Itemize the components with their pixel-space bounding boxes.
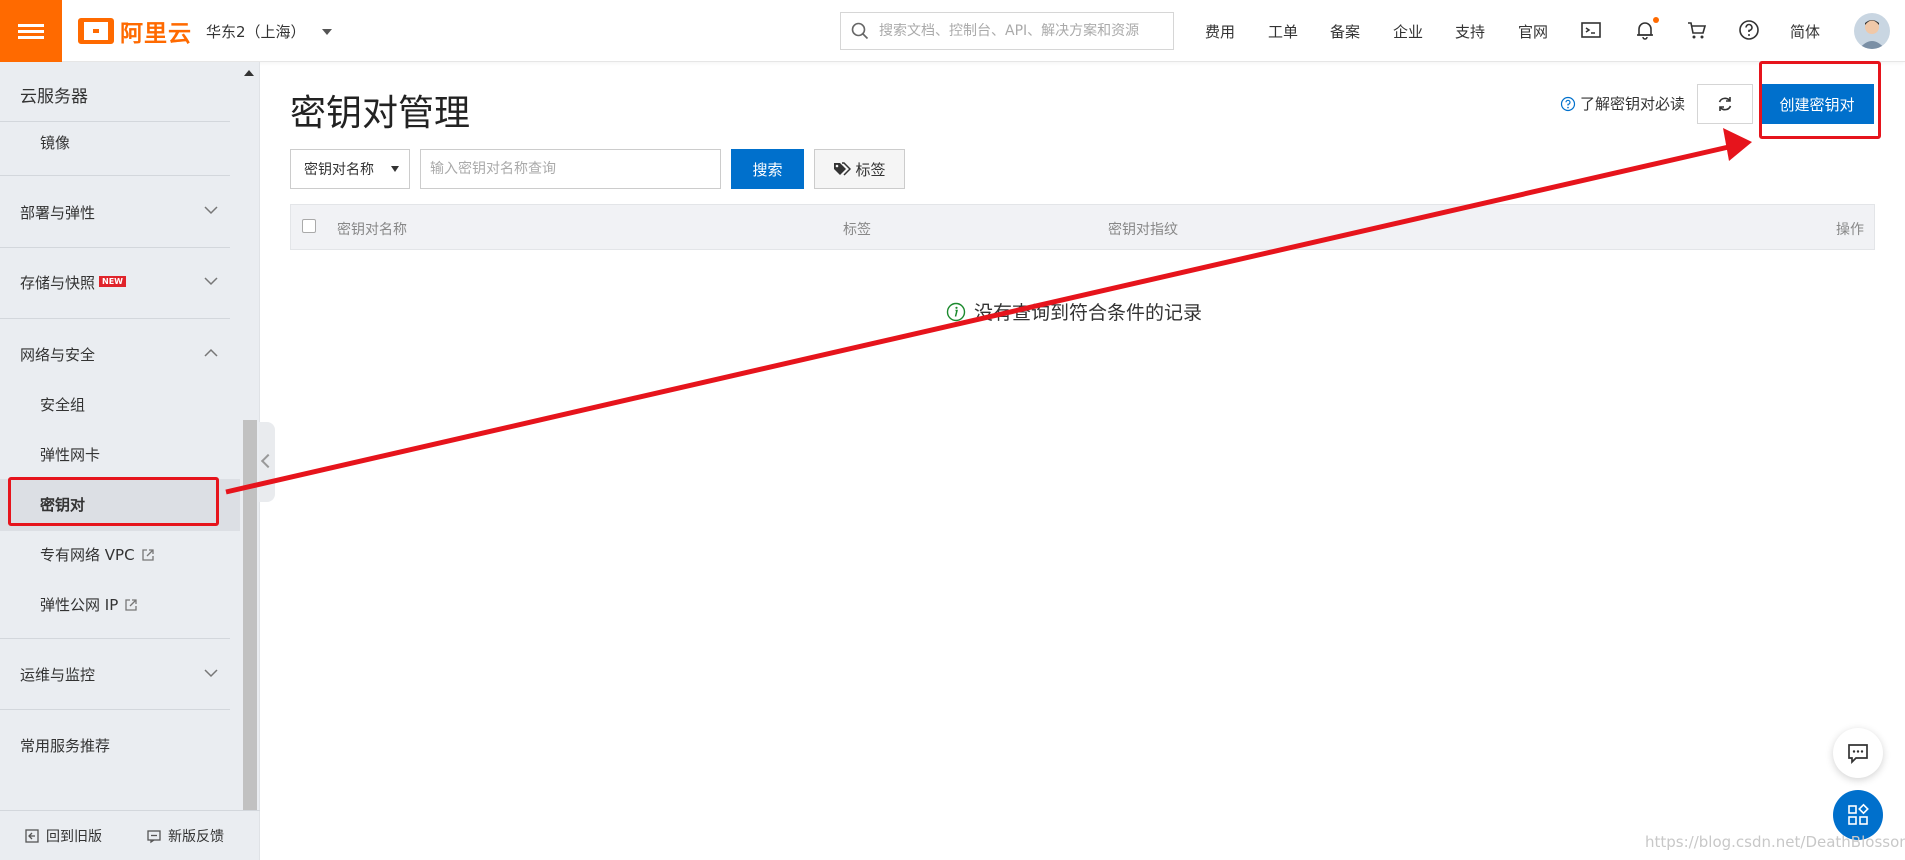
notification-dot	[1653, 17, 1659, 23]
filter-field-select[interactable]: 密钥对名称	[290, 149, 410, 189]
question-circle-icon	[1560, 96, 1576, 111]
top-navigation-bar: 阿里云 华东2（上海） 费用 工单 备案 企业 支持 官网 简体	[0, 0, 1905, 62]
sidebar-item-vpc[interactable]: 专有网络 VPC	[40, 544, 155, 565]
keypair-table-header: 密钥对名称 标签 密钥对指纹 操作	[290, 204, 1875, 250]
user-avatar[interactable]	[1854, 13, 1890, 49]
info-icon	[946, 302, 966, 321]
global-search-input[interactable]	[879, 23, 1169, 39]
back-to-old-label: 回到旧版	[46, 828, 102, 845]
feedback-button[interactable]: 新版反馈	[146, 826, 224, 846]
external-link-icon	[125, 599, 137, 611]
cart-icon[interactable]	[1686, 19, 1708, 45]
empty-state-text: 没有查询到符合条件的记录	[974, 302, 1203, 324]
sidebar-scrollbar-thumb[interactable]	[243, 420, 257, 810]
sidebar-item-vpc-label: 专有网络 VPC	[40, 546, 135, 564]
global-search-box[interactable]	[840, 12, 1174, 50]
scrollbar-up-arrow[interactable]	[244, 70, 254, 76]
sidebar-group-deploy[interactable]: 部署与弹性	[20, 202, 95, 223]
feedback-icon	[147, 829, 161, 843]
chat-icon	[1848, 744, 1868, 765]
divider	[0, 121, 230, 122]
search-icon	[851, 22, 869, 40]
refresh-icon	[1718, 97, 1732, 111]
tag-filter-button[interactable]: 标签	[814, 149, 905, 189]
filter-field-value: 密钥对名称	[304, 162, 374, 178]
back-to-old-version-button[interactable]: 回到旧版	[24, 826, 102, 846]
aliyun-logo-icon	[78, 18, 114, 44]
hamburger-menu-button[interactable]	[0, 0, 62, 62]
help-icon[interactable]	[1738, 19, 1760, 45]
highlight-box-create-button	[1759, 61, 1881, 139]
tag-button-label: 标签	[855, 160, 886, 179]
select-all-checkbox[interactable]	[302, 219, 316, 233]
column-header-actions: 操作	[1836, 222, 1864, 238]
language-switch[interactable]: 简体	[1790, 21, 1820, 42]
menu-icon	[18, 21, 44, 42]
refresh-button[interactable]	[1697, 84, 1753, 124]
sidebar-group-ops[interactable]: 运维与监控	[20, 664, 95, 685]
page-title: 密钥对管理	[290, 93, 471, 134]
sidebar-group-network[interactable]: 网络与安全	[20, 344, 95, 365]
sidebar-item-security-group[interactable]: 安全组	[40, 394, 85, 415]
watermark: https://blog.csdn.net/DeathBlossom	[1645, 833, 1905, 851]
highlight-box-keypair-menu	[8, 477, 219, 526]
divider	[0, 247, 230, 248]
sidebar-item-eni[interactable]: 弹性网卡	[40, 444, 100, 465]
annotation-arrow	[225, 128, 1752, 495]
new-badge: NEW	[99, 276, 126, 287]
tag-icon	[834, 162, 852, 176]
divider	[0, 709, 230, 710]
divider	[0, 318, 230, 319]
sidebar-item-eip[interactable]: 弹性公网 IP	[40, 594, 138, 615]
chevron-up-icon[interactable]	[204, 348, 218, 358]
sidebar-group-recommend[interactable]: 常用服务推荐	[20, 735, 110, 756]
region-selector[interactable]: 华东2（上海）	[206, 21, 332, 42]
chevron-down-icon	[321, 28, 332, 35]
chat-support-button[interactable]	[1833, 728, 1883, 778]
nav-tickets[interactable]: 工单	[1268, 21, 1298, 42]
chevron-down-icon[interactable]	[204, 668, 218, 678]
empty-state-message: 没有查询到符合条件的记录	[946, 298, 1202, 325]
external-link-icon	[141, 549, 154, 561]
nav-support[interactable]: 支持	[1455, 21, 1485, 42]
sidebar-title: 云服务器	[20, 87, 88, 107]
region-label: 华东2（上海）	[206, 23, 306, 41]
nav-filing[interactable]: 备案	[1330, 21, 1360, 42]
search-button[interactable]: 搜索	[731, 149, 804, 189]
column-header-tags: 标签	[843, 222, 871, 238]
sidebar: 云服务器 镜像 部署与弹性 存储与快照 NEW 网络与安全 安全组 弹性网卡 密钥…	[0, 62, 260, 860]
chevron-down-icon[interactable]	[204, 205, 218, 215]
terminal-icon[interactable]	[1580, 19, 1602, 45]
divider	[0, 638, 230, 639]
feedback-label: 新版反馈	[168, 828, 224, 845]
chevron-down-icon[interactable]	[204, 276, 218, 286]
sidebar-group-storage[interactable]: 存储与快照 NEW	[20, 272, 126, 293]
column-header-fingerprint: 密钥对指纹	[1108, 222, 1178, 238]
back-icon	[25, 828, 39, 843]
sidebar-footer: 回到旧版 新版反馈	[0, 810, 260, 860]
apps-grid-icon	[1848, 803, 1869, 825]
aliyun-logo[interactable]: 阿里云	[78, 15, 192, 47]
column-header-name[interactable]: 密钥对名称	[337, 219, 407, 239]
keypair-guide-label: 了解密钥对必读	[1580, 95, 1686, 113]
keypair-name-search-input[interactable]	[420, 149, 721, 189]
nav-enterprise[interactable]: 企业	[1393, 21, 1423, 42]
logo-text: 阿里云	[120, 21, 192, 47]
divider	[0, 175, 230, 176]
sidebar-item-eip-label: 弹性公网 IP	[40, 596, 119, 614]
sidebar-group-storage-label: 存储与快照	[20, 274, 96, 292]
nav-fees[interactable]: 费用	[1205, 21, 1235, 42]
sidebar-item-image[interactable]: 镜像	[40, 132, 70, 153]
keypair-guide-link[interactable]: 了解密钥对必读	[1560, 93, 1685, 114]
sidebar-collapse-handle[interactable]	[259, 422, 275, 502]
bell-icon[interactable]	[1634, 17, 1659, 45]
caret-down-icon	[391, 166, 399, 172]
nav-official-site[interactable]: 官网	[1518, 21, 1548, 42]
